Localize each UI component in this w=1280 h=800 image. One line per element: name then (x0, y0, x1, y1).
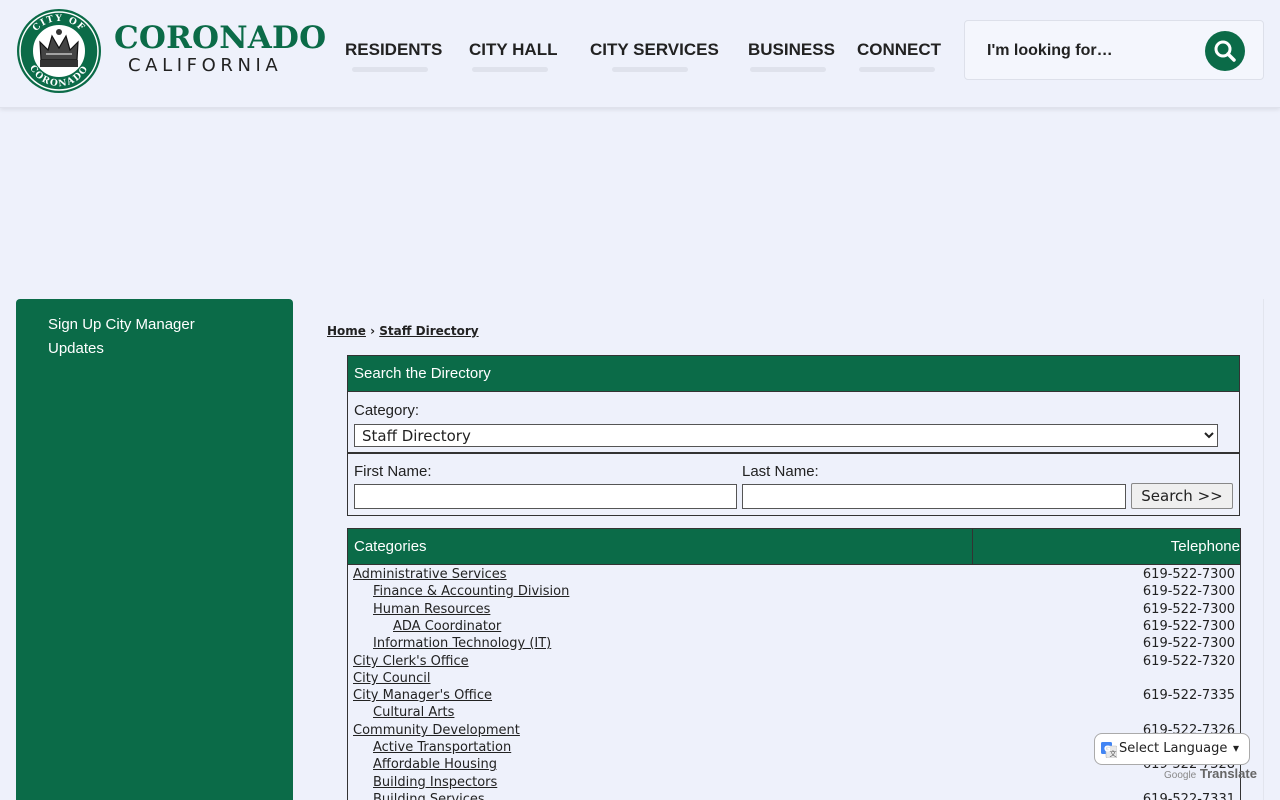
table-row: Finance & Accounting Division 619-522-730… (348, 583, 1240, 600)
chevron-down-icon: ▾ (1233, 741, 1240, 755)
svg-text:文: 文 (1110, 749, 1117, 758)
nav-connect[interactable]: CONNECT (857, 40, 941, 60)
category-link[interactable]: Finance & Accounting Division (373, 583, 569, 600)
category-label: Category: (354, 402, 420, 419)
table-row: City Manager's Office 619-522-7335 (348, 687, 1240, 704)
nav-underline (612, 67, 688, 72)
search-icon (1214, 40, 1236, 62)
table-row: Human Resources 619-522-7300 (348, 601, 1240, 618)
site-search-input[interactable] (973, 31, 1203, 71)
translate-link[interactable]: Translate (1200, 766, 1257, 781)
directory-search-heading: Search the Directory (348, 356, 1239, 392)
category-link[interactable]: Building Inspectors (373, 774, 497, 791)
category-select[interactable]: Staff Directory (354, 424, 1218, 447)
site-header: CITY OF CORONADO CORONADO CALIFORNIA RES… (0, 0, 1280, 108)
table-row: ADA Coordinator 619-522-7300 (348, 618, 1240, 635)
table-row: Administrative Services 619-522-7300 (348, 566, 1240, 583)
telephone-value: 619-522-7331 (1142, 792, 1235, 800)
column-header-telephone: Telephone (973, 529, 1240, 565)
category-link[interactable]: City Council (353, 670, 431, 687)
category-link[interactable]: Active Transportation (373, 739, 511, 756)
telephone-value: 619-522-7335 (1142, 688, 1235, 703)
table-row: Building Services 619-522-7331 (348, 791, 1240, 800)
nav-residents[interactable]: RESIDENTS (345, 40, 442, 60)
nav-city-services[interactable]: CITY SERVICES (590, 40, 719, 60)
brand-title[interactable]: CORONADO (114, 20, 326, 56)
nav-underline (859, 67, 935, 72)
category-link[interactable]: City Manager's Office (353, 687, 492, 704)
breadcrumb: Home › Staff Directory (327, 324, 479, 338)
google-wordmark: Google (1164, 770, 1197, 781)
category-link[interactable]: Administrative Services (353, 566, 507, 583)
nav-underline (352, 67, 428, 72)
language-select[interactable]: G 文 Select Language ▾ (1094, 733, 1250, 765)
breadcrumb-home[interactable]: Home (327, 324, 366, 338)
last-name-label: Last Name: (742, 463, 819, 480)
form-divider (348, 452, 1239, 454)
sidebar-link-city-manager-updates[interactable]: Sign Up City Manager Updates (48, 313, 238, 361)
breadcrumb-current[interactable]: Staff Directory (379, 324, 478, 338)
telephone-value: 619-522-7300 (1142, 567, 1235, 582)
category-link[interactable]: ADA Coordinator (393, 618, 501, 635)
column-header-categories: Categories (348, 529, 973, 565)
powered-by-google-translate: Google Translate (1164, 766, 1257, 781)
nav-business[interactable]: BUSINESS (748, 40, 835, 60)
nav-underline (472, 67, 548, 72)
category-link[interactable]: Building Services (373, 791, 485, 800)
category-link[interactable]: Affordable Housing (373, 756, 497, 773)
category-link[interactable]: City Clerk's Office (353, 653, 469, 670)
table-row: City Clerk's Office 619-522-7320 (348, 653, 1240, 670)
city-seal-logo[interactable]: CITY OF CORONADO (16, 8, 102, 94)
first-name-input[interactable] (354, 484, 737, 509)
table-row: Information Technology (IT) 619-522-7300 (348, 635, 1240, 652)
category-link[interactable]: Cultural Arts (373, 704, 454, 721)
directory-search-button[interactable]: Search >> (1131, 483, 1233, 509)
nav-underline (750, 67, 826, 72)
brand-subtitle[interactable]: CALIFORNIA (128, 55, 282, 77)
language-select-label: Select Language (1119, 741, 1228, 756)
telephone-value: 619-522-7300 (1142, 602, 1235, 617)
nav-city-hall[interactable]: CITY HALL (469, 40, 557, 60)
telephone-value: 619-522-7300 (1142, 619, 1235, 634)
telephone-value: 619-522-7300 (1142, 636, 1235, 651)
table-row: Cultural Arts (348, 704, 1240, 721)
sidebar: Sign Up City Manager Updates (16, 299, 293, 800)
site-search (964, 20, 1264, 80)
telephone-value: 619-522-7320 (1142, 654, 1235, 669)
table-row: Building Inspectors (348, 774, 1240, 791)
google-translate-icon: G 文 (1101, 742, 1117, 758)
first-name-label: First Name: (354, 463, 432, 480)
site-search-button[interactable] (1205, 31, 1245, 71)
telephone-value: 619-522-7300 (1142, 584, 1235, 599)
table-row: City Council (348, 670, 1240, 687)
category-link[interactable]: Human Resources (373, 601, 490, 618)
breadcrumb-separator: › (370, 324, 376, 338)
category-link[interactable]: Community Development (353, 722, 520, 739)
last-name-input[interactable] (742, 484, 1126, 509)
category-link[interactable]: Information Technology (IT) (373, 635, 551, 652)
directory-search-form: Search the Directory Category: Staff Dir… (347, 355, 1240, 516)
main-content: Home › Staff Directory Search the Direct… (293, 299, 1264, 800)
